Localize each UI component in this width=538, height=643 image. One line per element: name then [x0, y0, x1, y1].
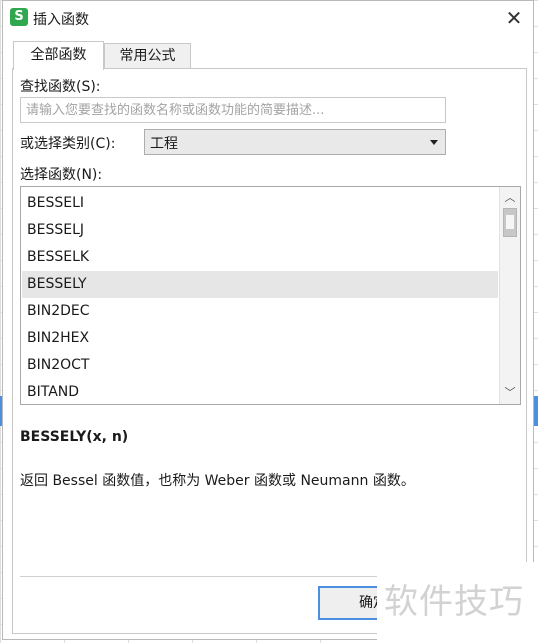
close-icon[interactable]: ✕ [504, 8, 524, 28]
insert-function-dialog: S 插入函数 ✕ 全部函数 常用公式 查找函数(S): 或选择类别(C): 工程… [2, 0, 534, 640]
list-item-selected[interactable]: BESSELY [22, 271, 498, 298]
list-scrollbar[interactable]: ︿ ﹀ [499, 187, 520, 404]
function-description: 返回 Bessel 函数值，也称为 Weber 函数或 Neumann 函数。 [20, 473, 415, 489]
category-label: 或选择类别(C): [20, 136, 116, 152]
list-item[interactable]: BESSELJ [22, 217, 498, 244]
title-bar[interactable]: S 插入函数 ✕ [3, 1, 533, 35]
scrollbar-thumb[interactable] [503, 208, 517, 237]
wps-spreadsheet-icon: S [10, 8, 28, 26]
scroll-up-arrow-icon[interactable]: ︿ [500, 189, 520, 207]
watermark-text: 软件技巧 [377, 562, 538, 643]
search-input[interactable] [20, 97, 446, 123]
tab-panel: 查找函数(S): 或选择类别(C): 工程 选择函数(N): BESSELI B… [12, 68, 527, 634]
list-item[interactable]: BESSELK [22, 244, 498, 271]
chevron-down-icon [430, 140, 438, 145]
category-select[interactable]: 工程 [144, 129, 446, 155]
search-label: 查找函数(S): [20, 79, 101, 95]
tab-common-formulas[interactable]: 常用公式 [104, 43, 191, 69]
function-list[interactable]: BESSELI BESSELJ BESSELK BESSELY BIN2DEC … [20, 186, 521, 405]
category-selected-value: 工程 [150, 136, 178, 152]
list-item[interactable]: BIN2OCT [22, 352, 498, 379]
spreadsheet-selection-edge [534, 396, 538, 426]
dialog-title: 插入函数 [33, 12, 89, 28]
list-item[interactable]: BIN2HEX [22, 325, 498, 352]
function-syntax: BESSELY(x, n) [20, 429, 129, 445]
list-item[interactable]: BIN2DEC [22, 298, 498, 325]
function-list-label: 选择函数(N): [20, 167, 103, 183]
list-item[interactable]: BITAND [22, 379, 498, 404]
scroll-down-arrow-icon[interactable]: ﹀ [500, 384, 520, 402]
tab-all-functions[interactable]: 全部函数 [13, 41, 104, 70]
list-item[interactable]: BESSELI [22, 190, 498, 217]
